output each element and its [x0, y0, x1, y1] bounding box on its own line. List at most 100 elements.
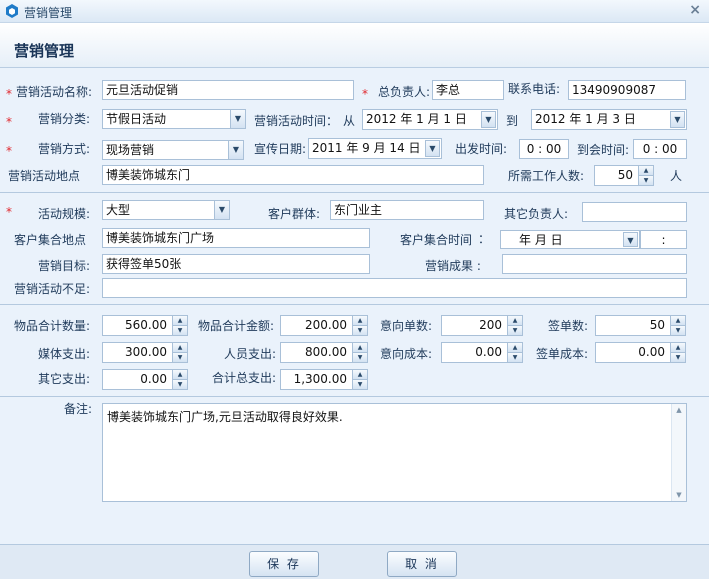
scroll-up-icon[interactable]: ▲ — [672, 406, 686, 414]
category-select[interactable]: 节假日活动 ▼ — [102, 109, 246, 129]
staff-cost-value: 800.00 — [305, 345, 347, 359]
from-label: 从 — [343, 114, 356, 128]
window-title: 营销管理 — [24, 6, 73, 20]
total-cost-stepper[interactable]: 1,300.00 ▲ ▼ — [280, 369, 368, 390]
spin-down-icon[interactable]: ▼ — [671, 352, 685, 362]
target-field[interactable]: 获得签单50张 — [102, 254, 370, 274]
gather-time-colon: ： — [478, 232, 491, 246]
sign-cost-label: 签单成本: — [536, 347, 589, 361]
depart-time-label: 出发时间: — [455, 142, 508, 156]
window-titlebar: 营销管理 × — [0, 0, 709, 23]
spin-up-icon[interactable]: ▲ — [353, 316, 367, 326]
spin-down-icon[interactable]: ▼ — [508, 325, 522, 335]
gather-date-picker[interactable]: 年 月 日 ▼ — [500, 230, 640, 249]
spin-down-icon[interactable]: ▼ — [173, 325, 187, 335]
goods-qty-stepper[interactable]: 560.00 ▲ ▼ — [102, 315, 188, 336]
section-divider — [0, 192, 709, 193]
goods-qty-label: 物品合计数量: — [14, 319, 91, 333]
spin-down-icon[interactable]: ▼ — [353, 379, 367, 389]
activity-name-field[interactable]: 元旦活动促销 — [102, 80, 354, 100]
chevron-down-icon[interactable]: ▼ — [228, 141, 243, 159]
gather-place-field[interactable]: 博美装饰城东门广场 — [102, 228, 370, 248]
phone-field[interactable]: 13490909087 — [568, 80, 686, 100]
spin-up-icon[interactable]: ▲ — [639, 166, 653, 176]
chevron-down-icon[interactable]: ▼ — [670, 111, 685, 128]
location-field[interactable]: 博美装饰城东门 — [102, 165, 484, 185]
chevron-down-icon[interactable]: ▼ — [425, 140, 440, 157]
save-button[interactable]: 保 存 — [249, 551, 319, 577]
signed-orders-stepper[interactable]: 50 ▲ ▼ — [595, 315, 686, 336]
spin-up-icon[interactable]: ▲ — [508, 343, 522, 353]
chevron-down-icon[interactable]: ▼ — [481, 111, 496, 128]
start-date-picker[interactable]: 2012 年 1 月 1 日 ▼ — [362, 109, 498, 130]
remarks-textarea[interactable]: 博美装饰城东门广场,元旦活动取得良好效果. ▲ ▼ — [102, 403, 687, 502]
staff-needed-value: 50 — [617, 168, 633, 182]
spin-up-icon[interactable]: ▲ — [173, 370, 187, 380]
start-date-value: 2012 年 1 月 1 日 — [366, 112, 467, 126]
activity-time-label: 营销活动时间： — [254, 114, 339, 128]
spin-down-icon[interactable]: ▼ — [353, 352, 367, 362]
spin-up-icon[interactable]: ▲ — [671, 316, 685, 326]
promo-date-picker[interactable]: 2011 年 9 月 14 日 ▼ — [308, 138, 442, 159]
required-mark: * — [6, 115, 12, 129]
required-mark: * — [362, 87, 368, 101]
arrive-time-field[interactable]: 0 : 00 — [633, 139, 687, 159]
total-cost-label: 合计总支出: — [212, 371, 277, 385]
customer-group-label: 客户群体: — [268, 207, 321, 221]
shortfall-label: 营销活动不足: — [14, 282, 91, 296]
page-header: 营销管理 — [0, 23, 709, 68]
spin-up-icon[interactable]: ▲ — [173, 343, 187, 353]
sign-cost-stepper[interactable]: 0.00 ▲ ▼ — [595, 342, 686, 363]
chevron-down-icon[interactable]: ▼ — [623, 232, 638, 247]
media-cost-stepper[interactable]: 300.00 ▲ ▼ — [102, 342, 188, 363]
gather-clock-field[interactable]: : — [640, 230, 687, 249]
arrive-time-label: 到会时间: — [577, 143, 630, 157]
other-cost-stepper[interactable]: 0.00 ▲ ▼ — [102, 369, 188, 390]
result-field[interactable] — [502, 254, 687, 274]
depart-time-field[interactable]: 0 : 00 — [519, 139, 569, 159]
intent-cost-stepper[interactable]: 0.00 ▲ ▼ — [441, 342, 523, 363]
gather-date-value: 年 月 日 — [519, 233, 563, 247]
section-divider — [0, 304, 709, 305]
chevron-down-icon[interactable]: ▼ — [230, 110, 245, 128]
chevron-down-icon[interactable]: ▼ — [214, 201, 229, 219]
scroll-down-icon[interactable]: ▼ — [672, 491, 686, 499]
result-label: 营销成果 : — [425, 259, 481, 273]
spin-down-icon[interactable]: ▼ — [173, 352, 187, 362]
owner-field[interactable]: 李总 — [432, 80, 504, 100]
scale-select-value: 大型 — [106, 203, 131, 217]
spin-up-icon[interactable]: ▲ — [353, 343, 367, 353]
shortfall-field[interactable] — [102, 278, 687, 298]
staff-cost-stepper[interactable]: 800.00 ▲ ▼ — [280, 342, 368, 363]
scale-select[interactable]: 大型 ▼ — [102, 200, 230, 220]
method-select[interactable]: 现场营销 ▼ — [102, 140, 244, 160]
close-icon[interactable]: × — [689, 2, 701, 18]
method-label: 营销方式: — [38, 142, 91, 156]
spin-down-icon[interactable]: ▼ — [353, 325, 367, 335]
spin-up-icon[interactable]: ▲ — [353, 370, 367, 380]
staff-needed-label: 所需工作人数: — [508, 169, 585, 183]
goods-amount-stepper[interactable]: 200.00 ▲ ▼ — [280, 315, 368, 336]
other-cost-label: 其它支出: — [38, 372, 91, 386]
spin-buttons: ▲ ▼ — [638, 166, 653, 185]
page-title: 营销管理 — [14, 42, 75, 60]
promo-date-label: 宣传日期: — [254, 142, 307, 156]
spin-buttons: ▲ ▼ — [172, 316, 187, 335]
spin-down-icon[interactable]: ▼ — [508, 352, 522, 362]
remarks-scrollbar[interactable]: ▲ ▼ — [671, 404, 686, 501]
phone-label: 联系电话: — [508, 82, 561, 96]
spin-down-icon[interactable]: ▼ — [639, 175, 653, 185]
required-mark: * — [6, 144, 12, 158]
staff-needed-stepper[interactable]: 50 ▲ ▼ — [594, 165, 654, 186]
spin-down-icon[interactable]: ▼ — [173, 379, 187, 389]
end-date-picker[interactable]: 2012 年 1 月 3 日 ▼ — [531, 109, 687, 130]
other-owner-field[interactable] — [582, 202, 687, 222]
sign-cost-value: 0.00 — [638, 345, 665, 359]
spin-up-icon[interactable]: ▲ — [508, 316, 522, 326]
intent-orders-stepper[interactable]: 200 ▲ ▼ — [441, 315, 523, 336]
spin-down-icon[interactable]: ▼ — [671, 325, 685, 335]
customer-group-field[interactable]: 东门业主 — [330, 200, 484, 220]
spin-up-icon[interactable]: ▲ — [173, 316, 187, 326]
cancel-button[interactable]: 取 消 — [387, 551, 457, 577]
spin-up-icon[interactable]: ▲ — [671, 343, 685, 353]
